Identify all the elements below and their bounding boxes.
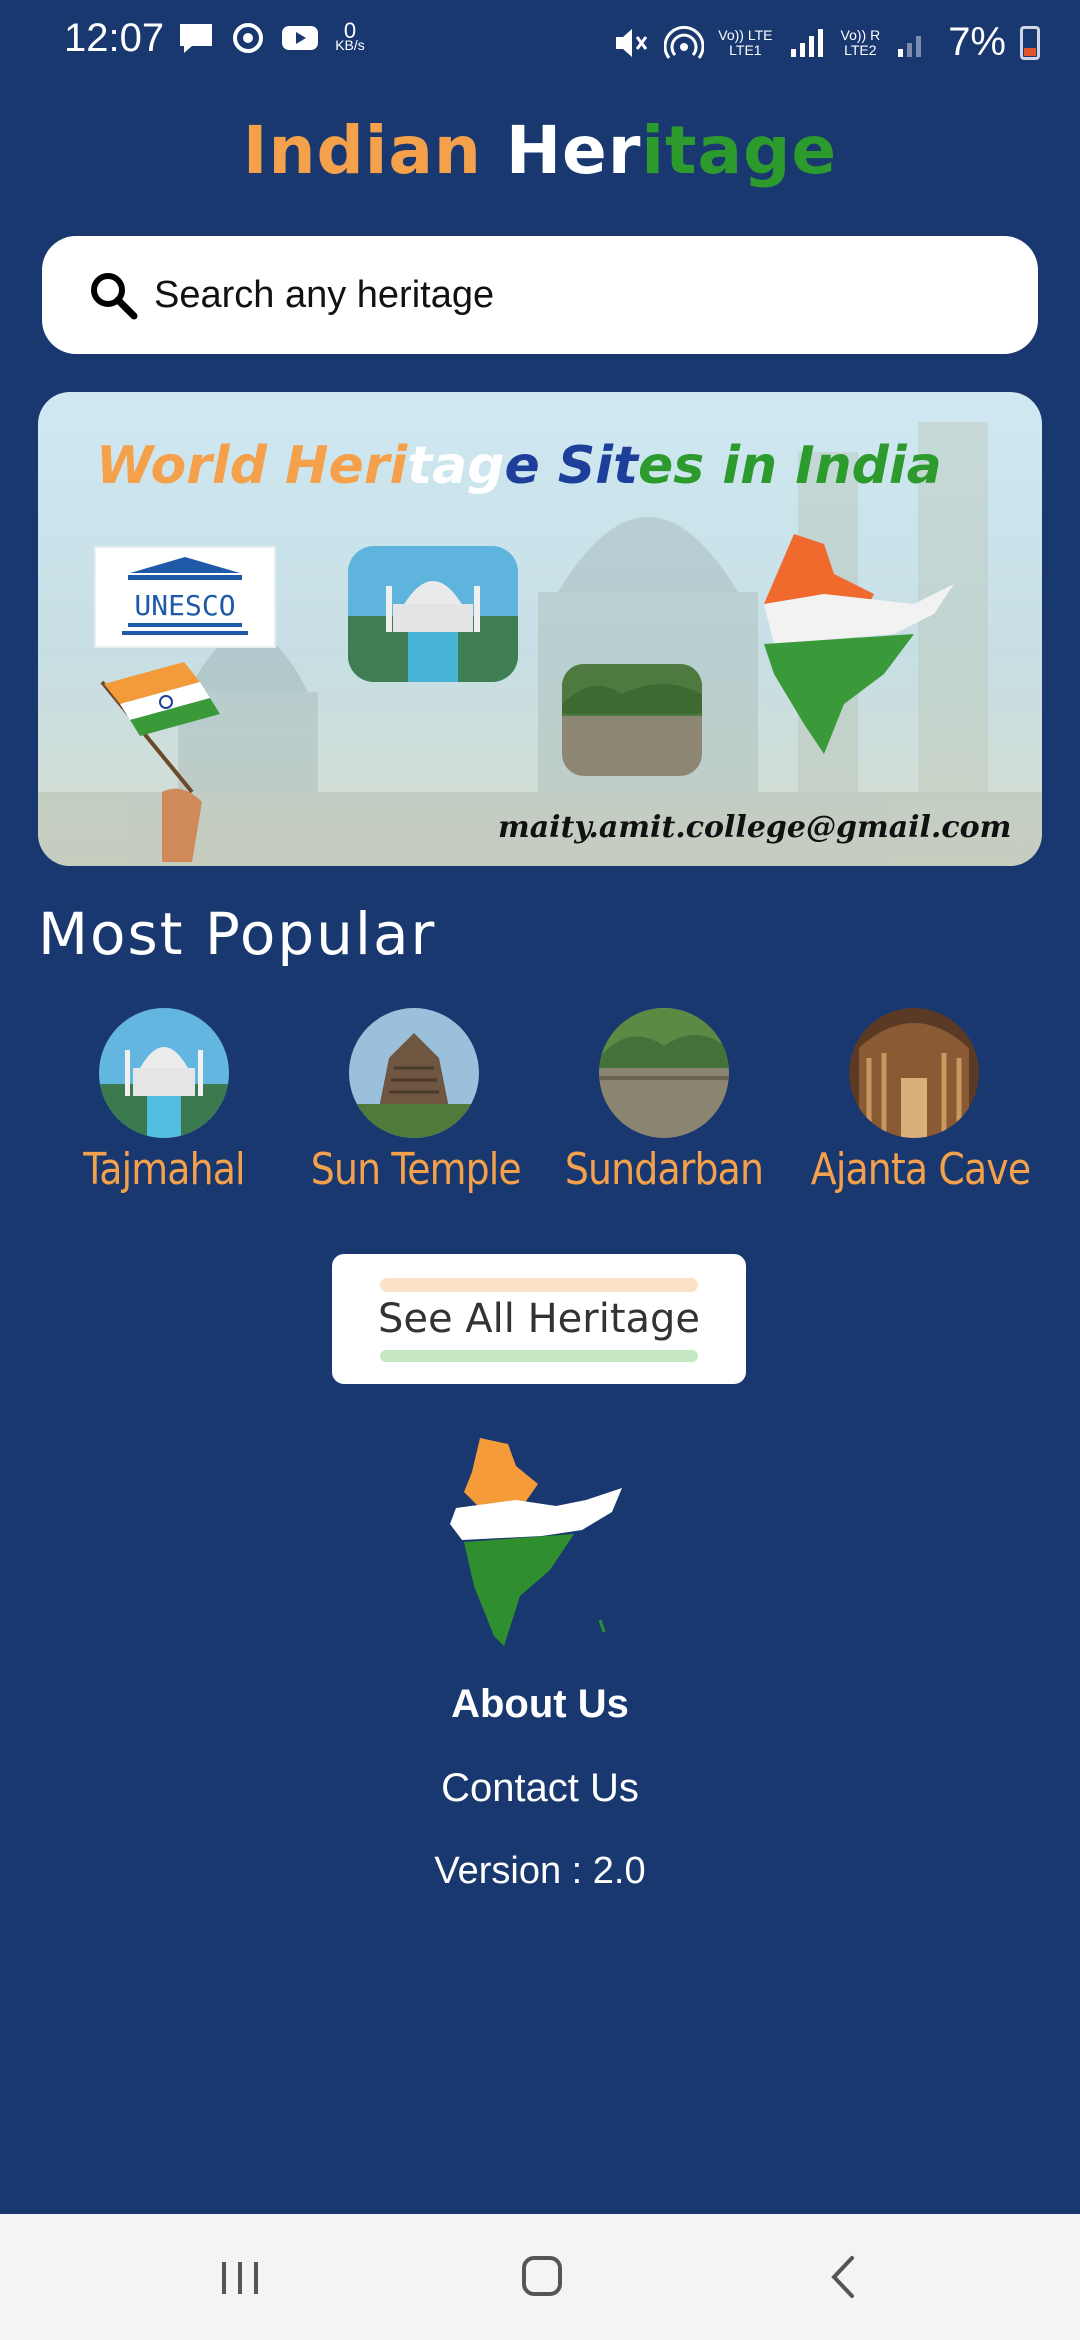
app-title: Indian Heritage <box>0 112 1080 189</box>
status-time: 12:07 <box>64 16 165 60</box>
banner-title: World Heritage Sites in India <box>96 436 942 496</box>
sim2-indicator: Vo)) R LTE2 <box>840 26 881 58</box>
popular-item-label: Tajmahal <box>83 1144 245 1195</box>
back-icon[interactable] <box>814 2250 874 2304</box>
popular-item-label: Sun Temple <box>310 1144 522 1195</box>
system-nav-bar <box>0 2214 1080 2340</box>
most-popular-list: Tajmahal Sun Temple Sundarban Ajanta Cav… <box>0 1008 1080 1208</box>
banner-flag-hand-icon <box>100 662 220 862</box>
status-bar: 12:07 0 KB/s Vo)) LTE LTE1 Vo)) R LTE2 7… <box>0 0 1080 80</box>
tajmahal-thumbnail <box>99 1008 229 1138</box>
hotspot-icon <box>664 25 705 59</box>
banner-sundarban-photo <box>562 664 702 776</box>
network-speed: 0 KB/s <box>335 18 365 53</box>
heritage-banner[interactable]: World Heritage Sites in India UNESCO mai… <box>38 392 1042 866</box>
app-title-part-2: Her <box>481 112 642 189</box>
search-input[interactable] <box>152 272 956 318</box>
popular-item-tajmahal[interactable]: Tajmahal <box>44 1008 284 1195</box>
home-icon[interactable] <box>512 2250 572 2304</box>
most-popular-title: Most Popular <box>38 900 437 968</box>
app-title-part-1: Indian <box>242 112 482 189</box>
search-icon <box>91 273 138 320</box>
sim1-indicator: Vo)) LTE LTE1 <box>718 26 773 58</box>
see-all-heritage-button[interactable]: See All Heritage <box>332 1254 746 1384</box>
mute-icon <box>616 28 648 57</box>
message-icon <box>180 24 212 53</box>
see-all-green-stroke <box>380 1350 698 1362</box>
banner-email: maity.amit.college@gmail.com <box>498 810 1012 845</box>
popular-item-ajanta-cave[interactable]: Ajanta Cave <box>794 1008 1034 1195</box>
contact-us-link[interactable]: Contact Us <box>0 1766 1080 1811</box>
popular-item-sun-temple[interactable]: Sun Temple <box>294 1008 534 1195</box>
unesco-logo: UNESCO <box>94 546 276 648</box>
popular-item-label: Ajanta Cave <box>810 1144 1031 1195</box>
banner-india-map <box>764 534 954 754</box>
version-text: Version : 2.0 <box>434 1850 646 1892</box>
ajanta-cave-thumbnail <box>849 1008 979 1138</box>
popular-item-label: Sundarban <box>564 1144 764 1195</box>
battery-percent: 7% <box>948 20 1006 64</box>
sundarban-thumbnail <box>599 1008 729 1138</box>
app-title-part-3: itage <box>641 112 838 189</box>
sync-icon <box>233 23 263 53</box>
about-us-link[interactable]: About Us <box>0 1682 1080 1727</box>
status-notification-icons: 0 KB/s <box>176 20 368 56</box>
battery-icon <box>1020 25 1040 60</box>
youtube-icon <box>282 26 318 50</box>
india-map-icon <box>450 1438 622 1646</box>
see-all-saffron-stroke <box>380 1278 698 1292</box>
signal-icon <box>790 28 823 57</box>
search-bar[interactable] <box>42 236 1038 354</box>
recent-apps-icon[interactable] <box>210 2250 270 2304</box>
svg-text:UNESCO: UNESCO <box>134 589 235 622</box>
status-system-icons: Vo)) LTE LTE1 Vo)) R LTE2 7% <box>610 20 1040 65</box>
unesco-temple-icon: UNESCO <box>122 557 248 635</box>
banner-tajmahal-photo <box>348 546 518 682</box>
see-all-label: See All Heritage <box>377 1296 701 1342</box>
sun-temple-thumbnail <box>349 1008 479 1138</box>
popular-item-sundarban[interactable]: Sundarban <box>544 1008 784 1195</box>
signal-weak-icon <box>898 35 922 57</box>
